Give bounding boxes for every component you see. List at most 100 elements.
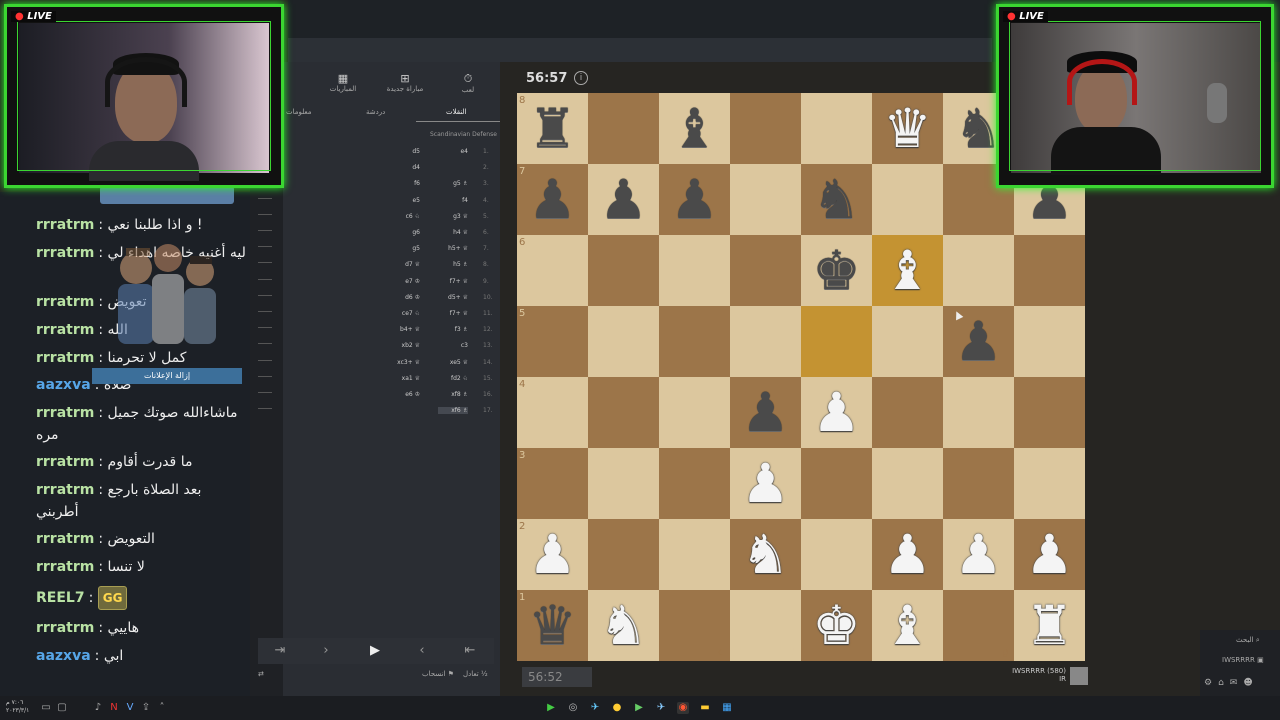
white-pawn-icon[interactable]: ♟ [1014,519,1085,590]
square-b4[interactable] [588,377,659,448]
last-move-button[interactable]: ⇥ [260,638,300,664]
white-move[interactable]: e4 [438,148,468,155]
black-pawn-icon[interactable]: ♟ [517,164,588,235]
square-c5[interactable] [659,306,730,377]
black-knight-icon[interactable]: ♞ [801,164,872,235]
subtab-moves[interactable]: النقلات [446,108,467,116]
white-move[interactable]: xf6 ♗ [438,407,468,415]
chat-username[interactable]: rrratrm [36,405,94,421]
chat-username[interactable]: rrratrm [36,294,94,310]
info-icon[interactable]: i [574,71,588,85]
white-move[interactable]: h5 ♗ [438,261,468,268]
square-c2[interactable] [659,519,730,590]
black-move[interactable]: d4 [390,164,420,171]
chat-username[interactable]: rrratrm [36,322,94,338]
square-f7[interactable] [872,164,943,235]
app-icon[interactable]: ● [611,702,623,714]
black-pawn-icon[interactable]: ♟ [659,164,730,235]
next-move-button[interactable]: › [306,638,346,664]
tab-play[interactable]: ⏱ لعب [438,72,498,94]
square-d5[interactable] [730,306,801,377]
white-pawn-icon[interactable]: ♟ [730,448,801,519]
white-move[interactable]: c3 [438,342,468,349]
white-pawn-icon[interactable]: ♟ [943,519,1014,590]
black-move[interactable]: e7 ♔ [390,278,420,285]
square-d6[interactable] [730,235,801,306]
nvidia-icon[interactable]: N [108,702,120,714]
square-g4[interactable] [943,377,1014,448]
white-pawn-icon[interactable]: ♟ [801,377,872,448]
chat-username[interactable]: rrratrm [36,531,94,547]
remove-ads-button[interactable]: إزالة الإعلانات [92,368,242,384]
chat-username[interactable]: rrratrm [36,350,94,366]
square-a6[interactable] [517,235,588,306]
square-b5[interactable] [588,306,659,377]
resign-button[interactable]: انسحاب ⚑ [422,670,454,678]
white-move[interactable]: g5 ♗ [438,180,468,187]
play-button[interactable]: ▶ [355,638,395,664]
chat-username[interactable]: rrratrm [36,454,94,470]
white-king-icon[interactable]: ♚ [801,590,872,661]
chat-username[interactable]: rrratrm [36,482,94,498]
white-knight-icon[interactable]: ♞ [730,519,801,590]
square-g3[interactable] [943,448,1014,519]
black-move[interactable]: xc3+ ♕ [390,359,420,366]
windows-icon[interactable]: ▦ [721,702,733,714]
white-move[interactable]: xf8 ♗ [438,391,468,398]
first-move-button[interactable]: ⇤ [450,638,490,664]
search-link[interactable]: البحث ⌕ [1236,636,1260,645]
flip-board-icon[interactable]: ⇄ [258,670,264,678]
white-move[interactable]: fd2 ♘ [438,375,468,382]
chevron-up-icon[interactable]: ˄ [156,702,168,714]
black-move[interactable]: d7 ♕ [390,261,420,268]
draw-button[interactable]: تعادل ½ [463,670,488,678]
black-queen-icon[interactable]: ♛ [517,590,588,661]
square-b8[interactable] [588,93,659,164]
square-b6[interactable] [588,235,659,306]
square-c3[interactable] [659,448,730,519]
black-move[interactable]: e5 [390,197,420,204]
chrome-icon[interactable]: ◉ [677,702,689,714]
black-move[interactable]: g5 [390,245,420,252]
black-move[interactable]: xa1 ♕ [390,375,420,382]
black-move[interactable]: xb2 ♕ [390,342,420,349]
black-move[interactable]: c6 ♘ [390,213,420,220]
black-move[interactable]: g6 [390,229,420,236]
square-d7[interactable] [730,164,801,235]
square-b3[interactable] [588,448,659,519]
white-bishop-icon[interactable]: ♝ [872,590,943,661]
white-move[interactable]: h5+ ♕ [438,245,468,252]
chat-username[interactable]: rrratrm [36,245,94,261]
black-bishop-icon[interactable]: ♝ [659,93,730,164]
white-move[interactable]: f7+ ♕ [438,278,468,285]
chat-username[interactable]: REEL7 [36,590,85,606]
white-rook-icon[interactable]: ♜ [1014,590,1085,661]
monitor-icon[interactable]: ▢ [56,702,68,714]
black-move[interactable]: f6 [390,180,420,187]
avatar[interactable] [1070,667,1088,685]
square-a3[interactable] [517,448,588,519]
mic-icon[interactable]: ♪ [92,702,104,714]
black-move[interactable]: d5 [390,148,420,155]
chat-username[interactable]: rrratrm [36,559,94,575]
chat-username[interactable]: aazxva [36,648,91,664]
steam-icon[interactable]: ✈ [589,702,601,714]
tab-games[interactable]: ▦ المباريات [313,72,373,93]
media-player-icon[interactable]: ▶ [545,702,557,714]
square-h5[interactable] [1014,306,1085,377]
square-e3[interactable] [801,448,872,519]
black-pawn-icon[interactable]: ♟ [730,377,801,448]
square-e2[interactable] [801,519,872,590]
square-g6[interactable] [943,235,1014,306]
white-queen-icon[interactable]: ♛ [872,93,943,164]
square-c4[interactable] [659,377,730,448]
black-move[interactable]: d6 ♔ [390,294,420,301]
white-pawn-icon[interactable]: ♟ [517,519,588,590]
tab-new-game[interactable]: ⊞ مباراة جديدة [375,72,435,93]
square-c6[interactable] [659,235,730,306]
steam-icon-2[interactable]: ✈ [655,702,667,714]
white-move[interactable]: h4 ♕ [438,229,468,236]
user-link[interactable]: IWSRRRR ▣ [1222,656,1264,664]
white-move[interactable]: g3 ♕ [438,213,468,220]
subtab-info[interactable]: معلومات [286,108,312,116]
